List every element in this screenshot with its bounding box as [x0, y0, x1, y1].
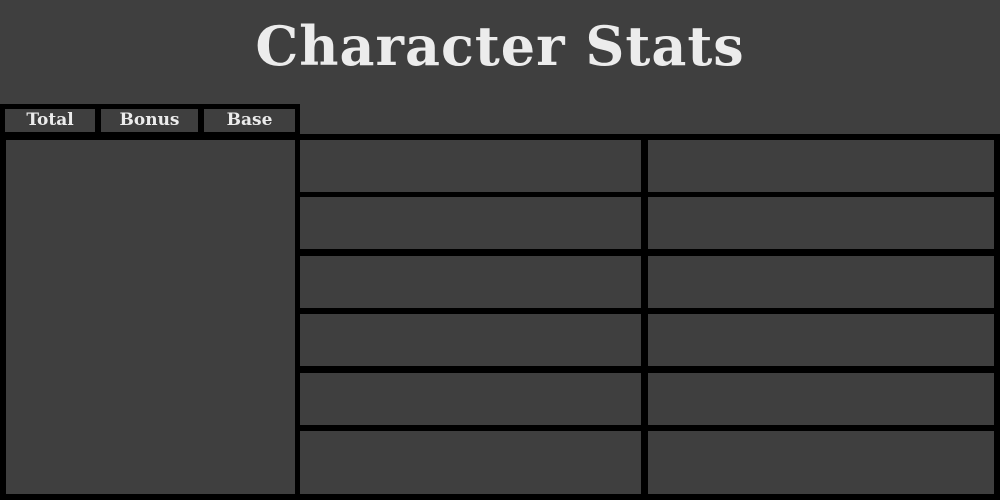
page-title: Character Stats [255, 14, 745, 78]
tab-bonus[interactable]: Bonus [101, 109, 198, 132]
stat-cell-left-4 [300, 314, 641, 366]
stat-cell-left-1 [300, 140, 641, 192]
stat-cell-right-1 [648, 140, 994, 192]
stat-cell-left-6 [300, 431, 641, 494]
tab-total[interactable]: Total [5, 109, 95, 132]
stat-tab-bar: Total Bonus Base [0, 104, 300, 136]
stat-cell-left-5 [300, 373, 641, 425]
stat-cell-right-5 [648, 373, 994, 425]
stats-frame [0, 134, 1000, 500]
stats-value-panel [6, 140, 295, 494]
stat-cell-right-6 [648, 431, 994, 494]
stat-cell-right-4 [648, 314, 994, 366]
stat-cell-left-2 [300, 197, 641, 249]
stat-cell-left-3 [300, 256, 641, 308]
stat-cell-right-3 [648, 256, 994, 308]
tab-base[interactable]: Base [204, 109, 295, 132]
stat-cell-right-2 [648, 197, 994, 249]
